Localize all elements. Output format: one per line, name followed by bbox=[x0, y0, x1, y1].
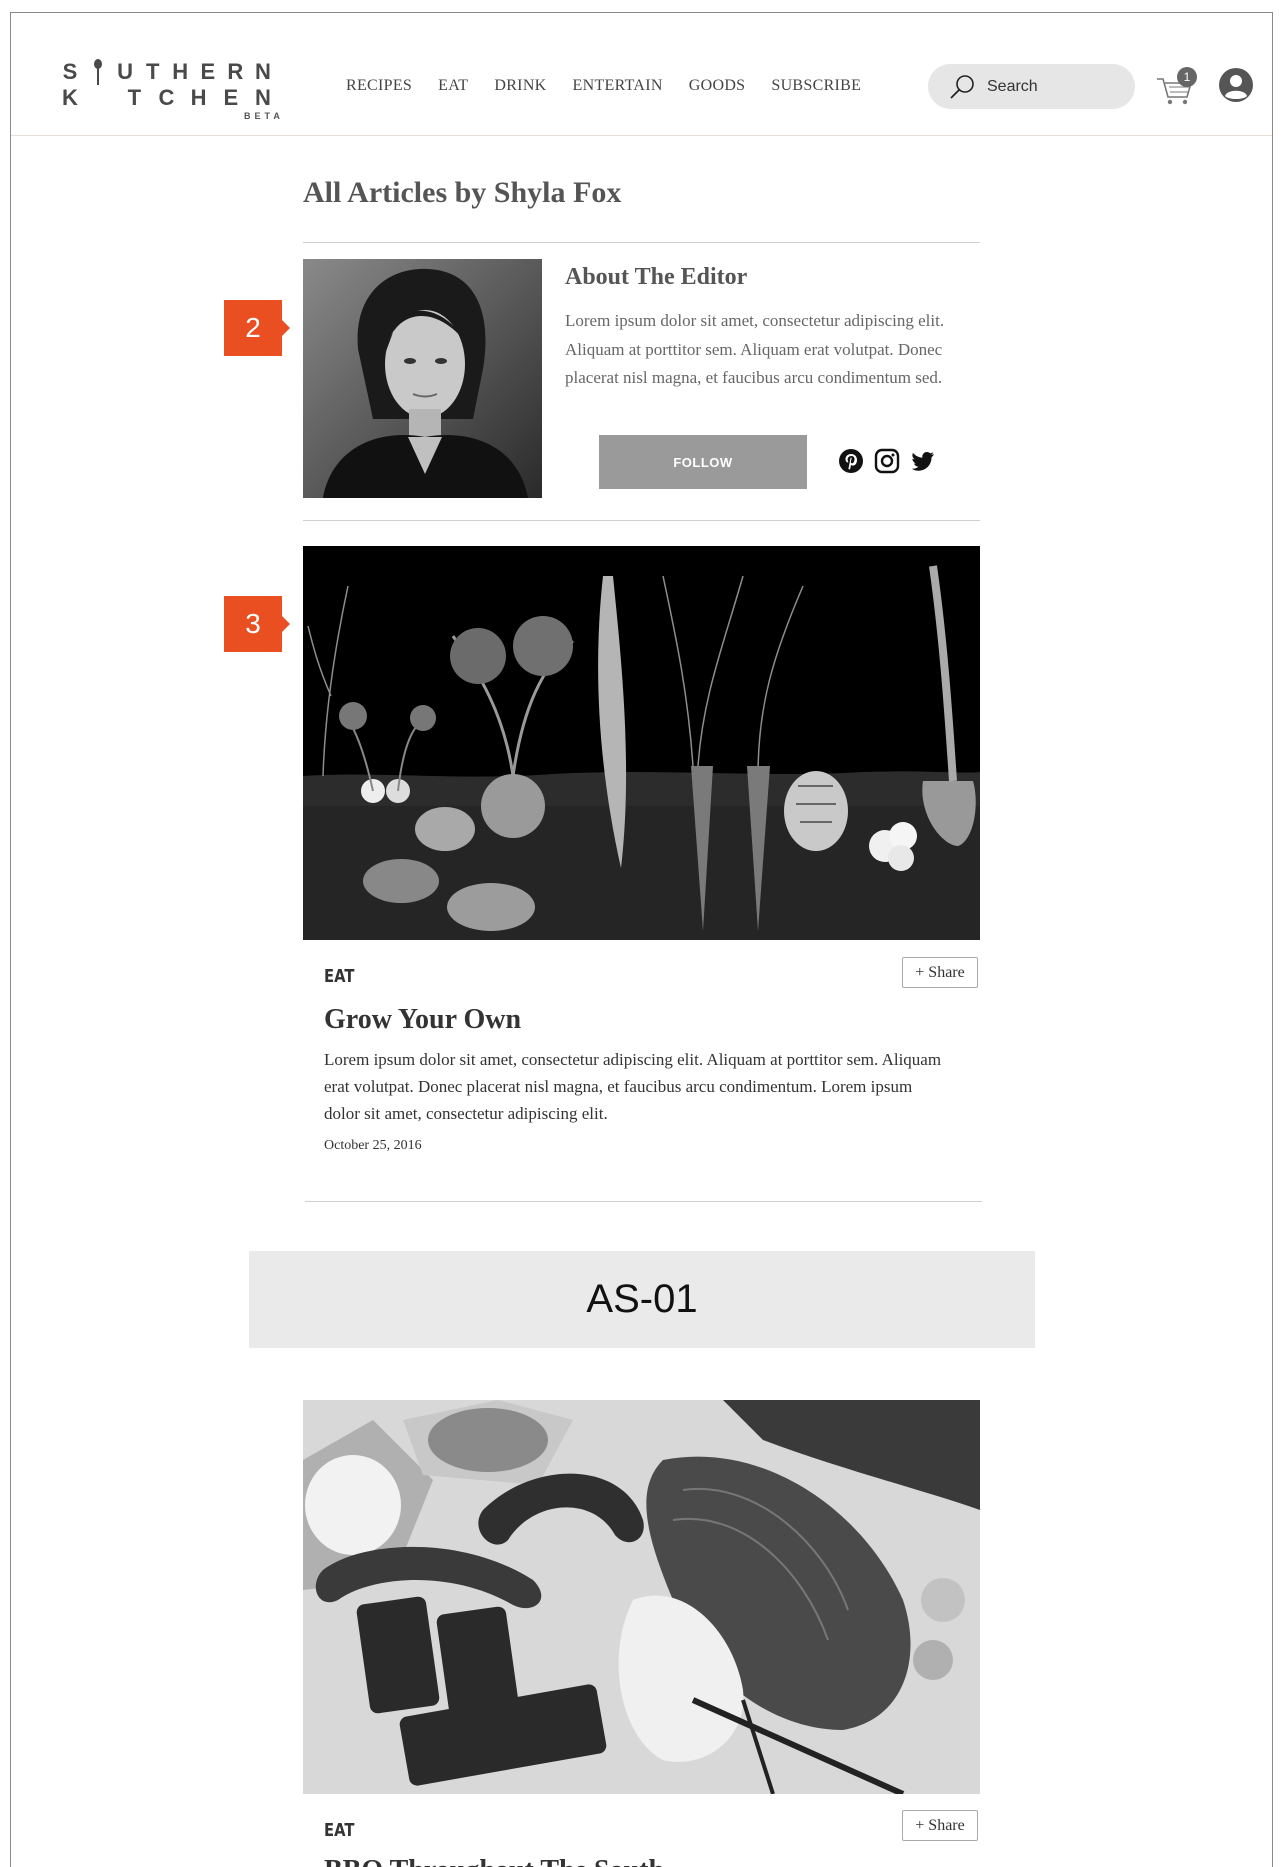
article-hero-image[interactable] bbox=[303, 546, 980, 940]
search-input[interactable]: Search bbox=[928, 64, 1135, 109]
nav-item-subscribe[interactable]: SUBSCRIBE bbox=[771, 77, 861, 95]
article-title[interactable]: BBQ Throughout The South bbox=[324, 1855, 664, 1867]
page-title: All Articles by Shyla Fox bbox=[303, 176, 622, 209]
account-button[interactable] bbox=[1218, 67, 1254, 103]
search-icon bbox=[950, 74, 974, 99]
logo-letter: K bbox=[62, 85, 78, 110]
logo-letter: T bbox=[145, 59, 160, 84]
ad-slot: AS-01 bbox=[249, 1251, 1035, 1348]
editor-avatar bbox=[303, 259, 542, 498]
cart-count-badge: 1 bbox=[1177, 67, 1197, 87]
annotation-marker-2: 2 bbox=[224, 300, 290, 356]
article-hero-image[interactable] bbox=[303, 1400, 980, 1794]
logo-row-2: K T C H E N bbox=[59, 85, 274, 111]
logo-spoon-handle bbox=[91, 85, 113, 111]
editor-bio: Lorem ipsum dolor sit amet, consectetur … bbox=[565, 311, 945, 387]
main-nav: RECIPES EAT DRINK ENTERTAIN GOODS SUBSCR… bbox=[346, 77, 887, 95]
logo-letter: H bbox=[172, 59, 189, 84]
pinterest-icon[interactable] bbox=[838, 448, 864, 474]
nav-item-recipes[interactable]: RECIPES bbox=[346, 77, 412, 95]
spoon-icon bbox=[87, 59, 109, 85]
share-button[interactable]: + Share bbox=[902, 957, 978, 988]
logo-letter: H bbox=[190, 85, 207, 110]
divider bbox=[303, 242, 980, 243]
annotation-marker-3: 3 bbox=[224, 596, 290, 652]
divider bbox=[303, 520, 980, 521]
article-category[interactable]: EAT bbox=[324, 1820, 354, 1841]
nav-item-goods[interactable]: GOODS bbox=[689, 77, 746, 95]
nav-item-entertain[interactable]: ENTERTAIN bbox=[573, 77, 663, 95]
logo-row-1: S U T H E R N bbox=[59, 59, 274, 85]
cart-button[interactable]: 1 bbox=[1155, 67, 1197, 107]
instagram-icon[interactable] bbox=[874, 448, 900, 474]
share-button[interactable]: + Share bbox=[902, 1810, 978, 1841]
site-header: S U T H E R N K T C H E N BETA RECIPES E… bbox=[11, 13, 1272, 136]
logo-beta-badge: BETA bbox=[244, 111, 284, 121]
logo-letter: U bbox=[117, 59, 134, 84]
logo-letter: T bbox=[127, 85, 142, 110]
divider bbox=[305, 1201, 982, 1202]
article-excerpt: Lorem ipsum dolor sit amet, consectetur … bbox=[324, 1050, 942, 1123]
follow-button[interactable]: FOLLOW bbox=[599, 435, 807, 489]
user-icon bbox=[1219, 68, 1253, 102]
nav-item-drink[interactable]: DRINK bbox=[494, 77, 546, 95]
article-title[interactable]: Grow Your Own bbox=[324, 1004, 521, 1036]
logo-letter: N bbox=[254, 59, 271, 84]
article-category[interactable]: EAT bbox=[324, 966, 354, 987]
logo-letter: S bbox=[62, 59, 78, 84]
article-date: October 25, 2016 bbox=[324, 1138, 422, 1153]
logo-letter: N bbox=[254, 85, 271, 110]
editor-heading: About The Editor bbox=[565, 264, 748, 290]
nav-item-eat[interactable]: EAT bbox=[438, 77, 468, 95]
logo-letter: E bbox=[223, 85, 239, 110]
logo-letter: E bbox=[200, 59, 216, 84]
search-placeholder: Search bbox=[987, 77, 1038, 95]
site-logo[interactable]: S U T H E R N K T C H E N BETA bbox=[59, 47, 289, 123]
logo-letter: C bbox=[158, 85, 175, 110]
logo-letter: R bbox=[227, 59, 244, 84]
twitter-icon[interactable] bbox=[910, 448, 936, 474]
